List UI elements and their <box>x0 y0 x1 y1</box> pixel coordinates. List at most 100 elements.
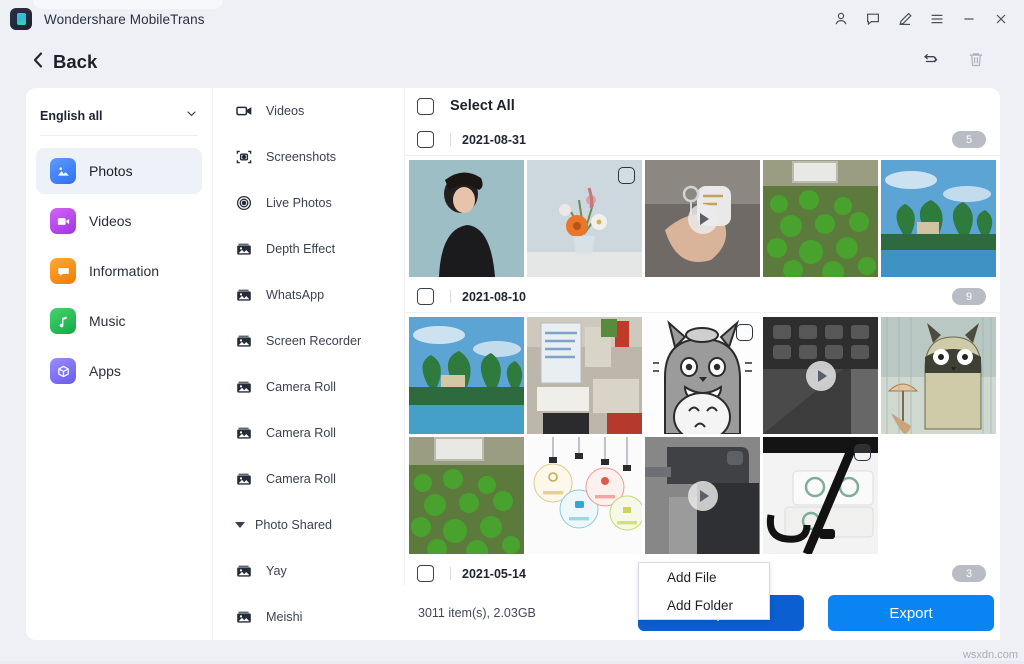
sidebar-item-information[interactable]: Information <box>36 248 202 294</box>
photo-thumbnail[interactable] <box>409 160 524 277</box>
sidebar-nav: Photos Videos Information Music Apps <box>26 148 212 394</box>
back-button[interactable]: Back <box>32 51 97 74</box>
group-checkbox[interactable] <box>417 131 434 148</box>
photo-grid <box>405 156 1000 277</box>
sidebar-item-label: Apps <box>89 363 121 379</box>
edit-icon[interactable] <box>890 5 920 33</box>
sidebar-item-music[interactable]: Music <box>36 298 202 344</box>
separator <box>450 290 451 303</box>
album-group-photo-shared[interactable]: Photo Shared <box>213 502 404 548</box>
photo-grid-panel: Select All 2021-08-31 5 <box>404 88 1000 640</box>
menu-item-add-file[interactable]: Add File <box>639 563 769 591</box>
album-item-whatsapp[interactable]: WhatsApp <box>213 272 404 318</box>
album-label: Camera Roll <box>266 472 336 486</box>
minimize-icon[interactable] <box>954 5 984 33</box>
separator <box>450 567 451 580</box>
header-tools <box>920 50 986 75</box>
menu-item-add-folder[interactable]: Add Folder <box>639 591 769 619</box>
album-item-camera-roll-3[interactable]: Camera Roll <box>213 456 404 502</box>
album-label: Depth Effect <box>266 242 335 256</box>
date-label: 2021-08-31 <box>462 133 526 147</box>
photo-stack-icon <box>235 378 253 396</box>
album-item-live-photos[interactable]: Live Photos <box>213 180 404 226</box>
thumbnail-checkbox[interactable] <box>854 444 871 461</box>
album-item-depth-effect[interactable]: Depth Effect <box>213 226 404 272</box>
sidebar-item-videos[interactable]: Videos <box>36 198 202 244</box>
photo-thumbnail[interactable] <box>881 160 996 277</box>
album-label: Live Photos <box>266 196 332 210</box>
album-item-screenshots[interactable]: Screenshots <box>213 134 404 180</box>
album-label: WhatsApp <box>266 288 324 302</box>
play-icon <box>806 361 836 391</box>
photo-stack-icon <box>235 608 253 626</box>
chevron-down-icon <box>185 107 198 125</box>
photo-thumbnail[interactable] <box>645 317 760 434</box>
select-all-row[interactable]: Select All <box>405 88 1000 124</box>
photo-thumbnail[interactable] <box>527 437 642 554</box>
sidebar-item-photos[interactable]: Photos <box>36 148 202 194</box>
app-title: Wondershare MobileTrans <box>44 12 205 27</box>
group-checkbox[interactable] <box>417 288 434 305</box>
sidebar: English all Photos Videos Information <box>26 88 212 640</box>
sidebar-item-apps[interactable]: Apps <box>36 348 202 394</box>
photo-thumbnail[interactable] <box>409 437 524 554</box>
page-header: Back <box>0 38 1024 86</box>
account-icon[interactable] <box>826 5 856 33</box>
album-group-label: Photo Shared <box>255 518 332 532</box>
item-count-label: 3011 item(s), 2.03GB <box>418 606 536 620</box>
album-label: Camera Roll <box>266 380 336 394</box>
date-label: 2021-05-14 <box>462 567 526 581</box>
menu-icon[interactable] <box>922 5 952 33</box>
date-group-header[interactable]: 2021-08-31 5 <box>405 124 1000 156</box>
select-all-label: Select All <box>450 98 515 114</box>
album-label: Meishi <box>266 610 302 624</box>
group-checkbox[interactable] <box>417 565 434 582</box>
album-label: Videos <box>266 104 304 118</box>
photo-stack-icon <box>235 562 253 580</box>
language-select[interactable]: English all <box>40 102 198 136</box>
close-icon[interactable] <box>986 5 1016 33</box>
play-icon <box>688 481 718 511</box>
music-icon <box>50 308 76 334</box>
album-item-meishi[interactable]: Meishi <box>213 594 404 640</box>
photo-thumbnail[interactable] <box>763 437 878 554</box>
album-item-yay[interactable]: Yay <box>213 548 404 594</box>
photo-thumbnail[interactable] <box>881 317 996 434</box>
album-item-screen-recorder[interactable]: Screen Recorder <box>213 318 404 364</box>
apps-icon <box>50 358 76 384</box>
export-button[interactable]: Export <box>828 595 994 631</box>
date-group-header[interactable]: 2021-08-10 9 <box>405 281 1000 313</box>
separator <box>450 133 451 146</box>
photo-thumbnail[interactable] <box>527 317 642 434</box>
album-label: Camera Roll <box>266 426 336 440</box>
video-thumbnail[interactable] <box>645 160 760 277</box>
thumbnail-checkbox[interactable] <box>736 324 753 341</box>
select-all-checkbox[interactable] <box>417 98 434 115</box>
video-thumbnail[interactable] <box>763 317 878 434</box>
thumbnail-checkbox[interactable] <box>618 167 635 184</box>
photo-thumbnail[interactable] <box>763 160 878 277</box>
watermark: wsxdn.com <box>963 649 1018 661</box>
import-dropdown-menu: Add File Add Folder <box>638 562 770 620</box>
photo-thumbnail[interactable] <box>409 317 524 434</box>
photo-stack-icon <box>235 470 253 488</box>
group-count-badge: 9 <box>952 288 986 305</box>
back-label: Back <box>53 51 97 73</box>
title-bar: Wondershare MobileTrans <box>0 0 1024 38</box>
feedback-icon[interactable] <box>858 5 888 33</box>
photos-icon <box>50 158 76 184</box>
album-item-camera-roll-2[interactable]: Camera Roll <box>213 410 404 456</box>
video-thumbnail[interactable] <box>645 437 760 554</box>
videos-icon <box>50 208 76 234</box>
group-count-badge: 3 <box>952 565 986 582</box>
sync-icon[interactable] <box>920 50 940 75</box>
album-item-camera-roll-1[interactable]: Camera Roll <box>213 364 404 410</box>
window-controls <box>826 0 1016 38</box>
chevron-left-icon <box>32 51 44 74</box>
photo-stack-icon <box>235 332 253 350</box>
trash-icon[interactable] <box>966 50 986 75</box>
sidebar-item-label: Videos <box>89 213 132 229</box>
screenshot-icon <box>235 148 253 166</box>
album-item-videos[interactable]: Videos <box>213 88 404 134</box>
photo-thumbnail[interactable] <box>527 160 642 277</box>
